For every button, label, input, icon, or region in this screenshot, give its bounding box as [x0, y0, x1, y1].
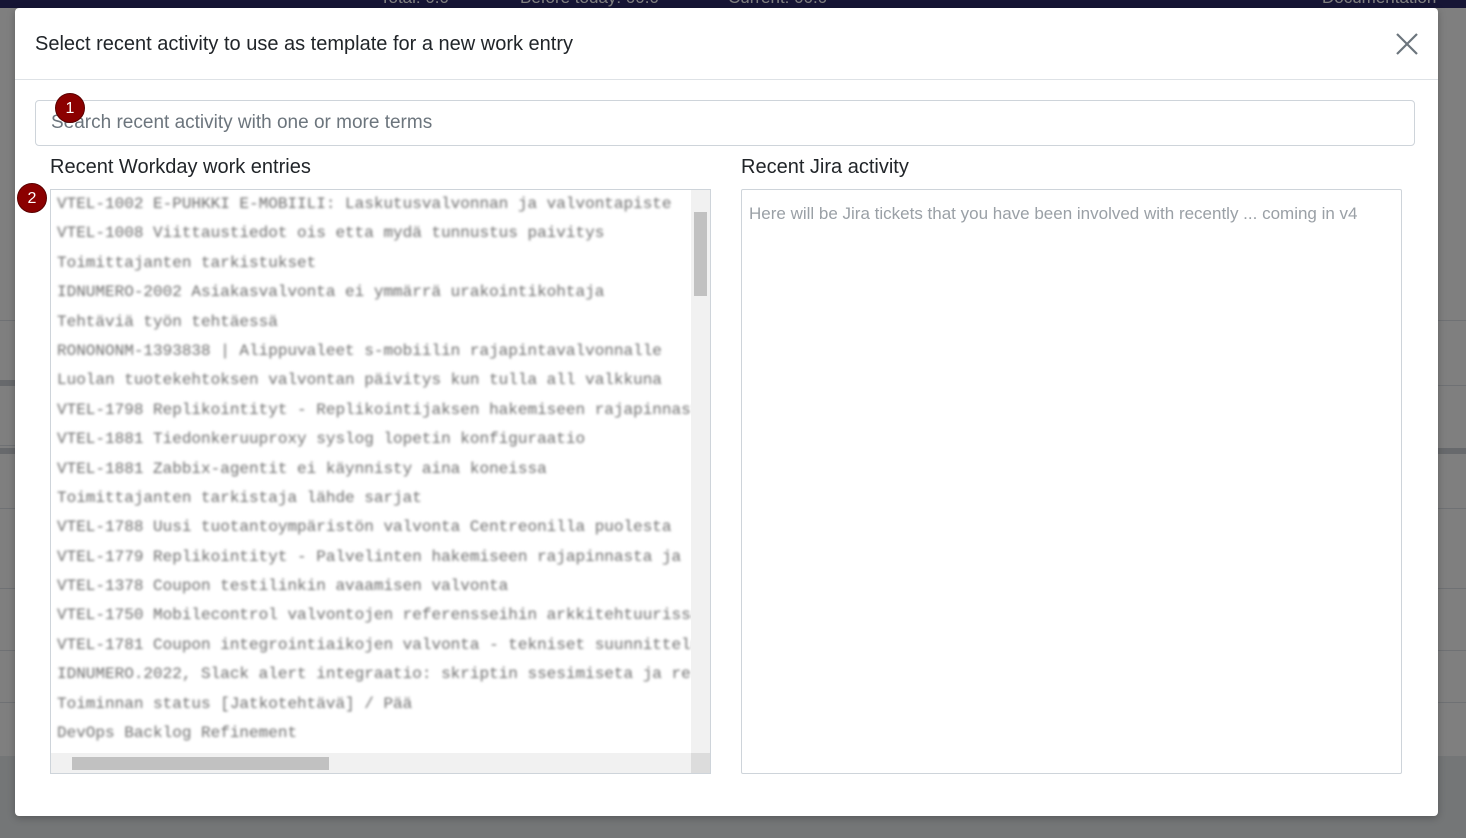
- step-badge-1: 1: [55, 93, 85, 123]
- workday-entries-list[interactable]: VTEL-1002 E-PUHKKI E-MOBIILI: Laskutusva…: [50, 189, 711, 774]
- list-item[interactable]: VTEL-1788 Uusi tuotantoympäristön valvon…: [51, 513, 691, 542]
- list-item[interactable]: VTEL-1881 Tiedonkeruuproxy syslog lopeti…: [51, 425, 691, 454]
- horizontal-scrollbar[interactable]: [51, 753, 691, 773]
- list-item[interactable]: Toiminnan status [Jatkotehtävä] / Pää: [51, 690, 691, 719]
- scroll-thumb[interactable]: [72, 757, 329, 770]
- list-item[interactable]: Tehtäviä työn tehtäessä: [51, 308, 691, 337]
- close-button[interactable]: [1393, 30, 1421, 58]
- jira-placeholder-text: Here will be Jira tickets that you have …: [749, 204, 1358, 223]
- scrollbar-corner: [691, 753, 710, 773]
- list-item[interactable]: IDNUMERO-2002 Asiakasvalvonta ei ymmärrä…: [51, 278, 691, 307]
- search-input[interactable]: [35, 100, 1415, 146]
- modal-header: Select recent activity to use as templat…: [15, 8, 1438, 80]
- list-item[interactable]: IDNUMERO.2022, Slack alert integraatio: …: [51, 660, 691, 689]
- list-item[interactable]: VTEL-1002 E-PUHKKI E-MOBIILI: Laskutusva…: [51, 190, 691, 219]
- list-item[interactable]: Toimittajanten tarkistaja lähde sarjat: [51, 484, 691, 513]
- list-item[interactable]: VTEL-1781 Coupon integrointiaikojen valv…: [51, 631, 691, 660]
- list-item[interactable]: VTEL-1881 Zabbix-agentit ei käynnisty ai…: [51, 455, 691, 484]
- modal-title: Select recent activity to use as templat…: [35, 33, 574, 55]
- close-icon: [1396, 33, 1418, 55]
- list-item[interactable]: VTEL-1779 Replikointityt - Palvelinten h…: [51, 543, 691, 572]
- list-item[interactable]: Luolan tuotekehtoksen valvontan päivitys…: [51, 366, 691, 395]
- list-item[interactable]: VTEL-1798 Replikointityt - Replikointija…: [51, 396, 691, 425]
- list-item[interactable]: VTEL-1750 Mobilecontrol valvontojen refe…: [51, 601, 691, 630]
- list-viewport: VTEL-1002 E-PUHKKI E-MOBIILI: Laskutusva…: [51, 190, 691, 753]
- vertical-scrollbar[interactable]: [691, 190, 710, 753]
- step-badge-2: 2: [17, 183, 47, 213]
- list-item[interactable]: VTEL-1008 Viittaustiedot ois etta mydä t…: [51, 219, 691, 248]
- list-item[interactable]: VTEL-1378 Coupon testilinkin avaamisen v…: [51, 572, 691, 601]
- workday-heading: Recent Workday work entries: [50, 156, 311, 178]
- list-item[interactable]: DevOps Backlog Refinement: [51, 719, 691, 748]
- scroll-thumb[interactable]: [694, 212, 707, 296]
- jira-heading: Recent Jira activity: [741, 156, 909, 178]
- jira-activity-list[interactable]: Here will be Jira tickets that you have …: [741, 189, 1402, 774]
- list-item[interactable]: RONONONM-1393838 | Alippuvaleet s-mobiil…: [51, 337, 691, 366]
- template-select-modal: Select recent activity to use as templat…: [15, 8, 1438, 816]
- list-item[interactable]: Toimittajanten tarkistukset: [51, 249, 691, 278]
